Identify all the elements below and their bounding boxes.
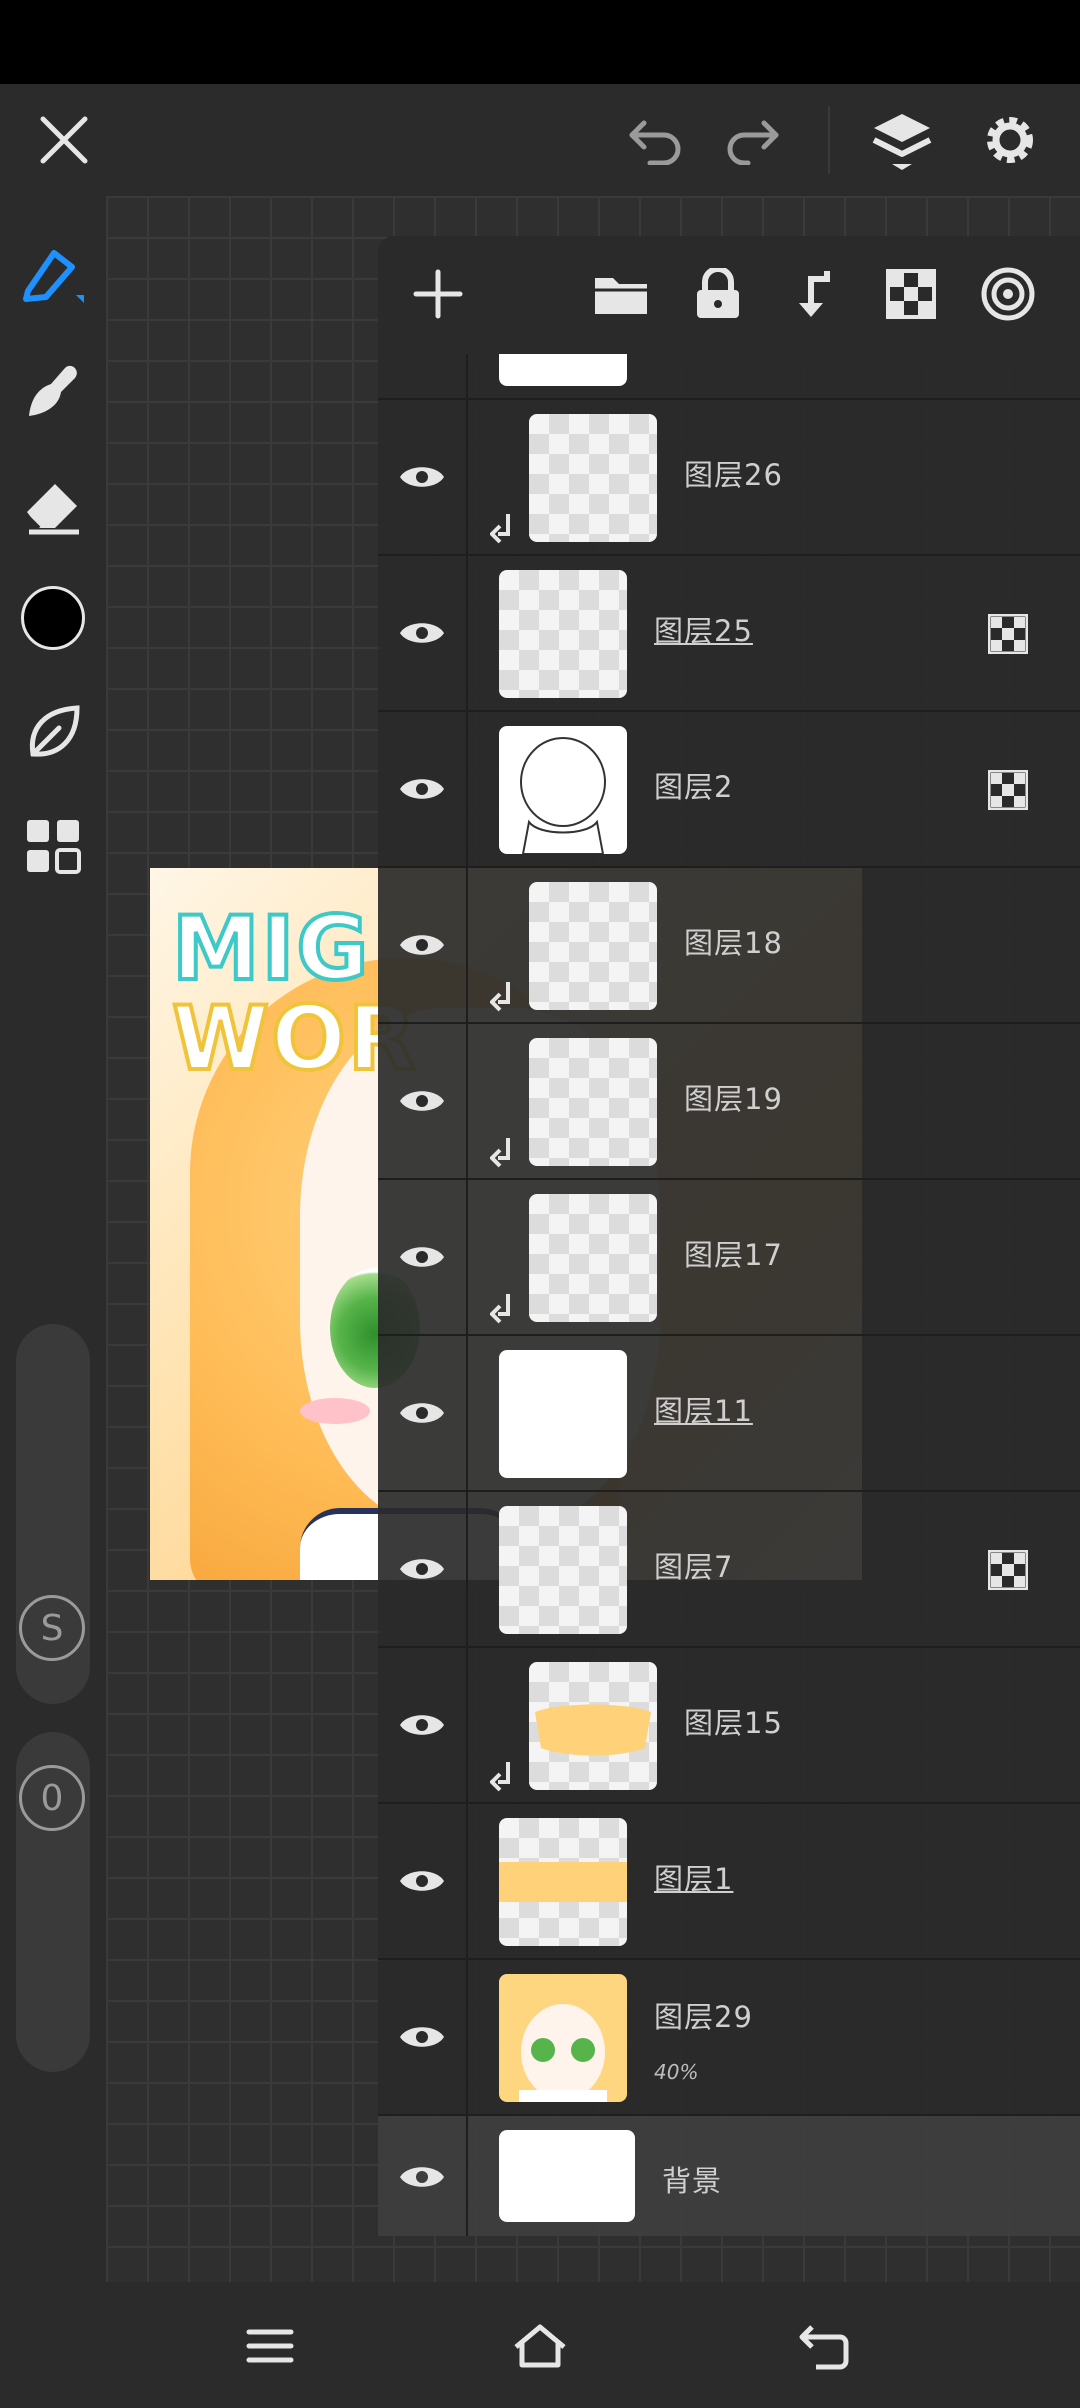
- close-icon[interactable]: [22, 98, 106, 182]
- layer-name: 图层18: [684, 926, 783, 960]
- layer-row[interactable]: 图层26: [378, 400, 1080, 556]
- layer-opacity: 40%: [654, 2060, 699, 2084]
- layer-row[interactable]: 图层2: [378, 712, 1080, 868]
- layer-row[interactable]: 图层17: [378, 1180, 1080, 1336]
- layer-name: 图层26: [684, 458, 783, 492]
- layer-name: 图层17: [684, 1238, 783, 1272]
- layer-list[interactable]: 图层26 图层25 图层2 图层18 图层19 图层17 图层11 图层7 图层…: [378, 354, 1080, 2236]
- folder-icon[interactable]: [581, 254, 661, 334]
- alpha-lock-icon[interactable]: [988, 1550, 1028, 1590]
- eye-icon[interactable]: [378, 1024, 468, 1178]
- pen-icon[interactable]: [11, 234, 95, 318]
- alpha-lock-icon[interactable]: [988, 770, 1028, 810]
- eye-icon[interactable]: [378, 2116, 468, 2236]
- layer-thumbnail: [499, 726, 627, 854]
- clipping-arrow-icon: [490, 1138, 510, 1168]
- layer-name: 图层15: [684, 1706, 783, 1740]
- smudge-icon[interactable]: [11, 348, 95, 432]
- toolbar-divider: [828, 106, 830, 174]
- layer-panel-toolbar: [378, 236, 1080, 354]
- layer-name: 图层29: [654, 2000, 753, 2034]
- layer-thumbnail: [529, 882, 657, 1010]
- layer-thumbnail: [529, 414, 657, 542]
- layer-thumbnail: [499, 2130, 635, 2222]
- leaf-icon[interactable]: [11, 690, 95, 774]
- active-color: [21, 586, 85, 650]
- layer-row-partial[interactable]: [378, 354, 1080, 400]
- alpha-lock-icon[interactable]: [871, 254, 951, 334]
- layer-thumbnail: [499, 1974, 627, 2102]
- layer-name: 图层1: [654, 1862, 734, 1896]
- layer-row[interactable]: 图层7: [378, 1492, 1080, 1648]
- layer-thumbnail: [499, 570, 627, 698]
- eye-icon[interactable]: [378, 1336, 468, 1490]
- layer-thumbnail: [499, 354, 627, 386]
- layer-name: 背景: [662, 2164, 723, 2198]
- alpha-lock-icon[interactable]: [988, 614, 1028, 654]
- home-icon[interactable]: [498, 2304, 582, 2388]
- layer-thumbnail: [499, 1350, 627, 1478]
- left-toolbar: S 0: [0, 196, 106, 2282]
- eye-icon[interactable]: [378, 1180, 468, 1334]
- layer-row[interactable]: 图层19: [378, 1024, 1080, 1180]
- grid-icon[interactable]: [11, 804, 95, 888]
- layer-name: 图层2: [654, 770, 734, 804]
- layer-thumbnail: [499, 1818, 627, 1946]
- back-icon[interactable]: [782, 2304, 866, 2388]
- layer-name: 图层25: [654, 614, 753, 648]
- opacity-badge: 0: [19, 1765, 85, 1831]
- eye-cell: [378, 354, 468, 398]
- layer-name: 图层19: [684, 1082, 783, 1116]
- status-bar: [0, 0, 1080, 84]
- eye-icon[interactable]: [378, 556, 468, 710]
- clipping-arrow-icon: [490, 514, 510, 544]
- layer-row[interactable]: 图层1: [378, 1804, 1080, 1960]
- eye-icon[interactable]: [378, 1804, 468, 1958]
- gear-icon[interactable]: [968, 98, 1052, 182]
- clipping-arrow-icon: [490, 982, 510, 1012]
- system-nav-bar: [0, 2282, 1080, 2408]
- eye-icon[interactable]: [378, 868, 468, 1022]
- layer-name: 图层11: [654, 1394, 753, 1428]
- layers-icon[interactable]: [860, 98, 944, 182]
- eye-icon[interactable]: [378, 1960, 468, 2114]
- layer-row[interactable]: 图层18: [378, 868, 1080, 1024]
- layer-thumbnail: [499, 1506, 627, 1634]
- add-icon[interactable]: [398, 254, 478, 334]
- layer-thumbnail: [529, 1662, 657, 1790]
- eye-icon[interactable]: [378, 1492, 468, 1646]
- layer-row-selected[interactable]: 背景: [378, 2116, 1080, 2236]
- color-swatch[interactable]: [11, 576, 95, 660]
- layer-row[interactable]: 图层29 40%: [378, 1960, 1080, 2116]
- layer-thumbnail: [529, 1194, 657, 1322]
- eye-icon[interactable]: [378, 712, 468, 866]
- layer-row[interactable]: 图层25: [378, 556, 1080, 712]
- eye-icon[interactable]: [378, 1648, 468, 1802]
- target-icon[interactable]: [968, 254, 1048, 334]
- layer-panel: 图层26 图层25 图层2 图层18 图层19 图层17 图层11 图层7 图层…: [378, 236, 1080, 2236]
- undo-icon[interactable]: [614, 98, 698, 182]
- redo-icon[interactable]: [710, 98, 794, 182]
- eye-icon[interactable]: [378, 400, 468, 554]
- clipping-arrow-icon: [490, 1762, 510, 1792]
- size-badge: S: [19, 1595, 85, 1661]
- layer-name: 图层7: [654, 1550, 734, 1584]
- layer-row[interactable]: 图层15: [378, 1648, 1080, 1804]
- layer-row[interactable]: 图层11: [378, 1336, 1080, 1492]
- artwork-blush: [300, 1398, 370, 1424]
- eraser-icon[interactable]: [11, 462, 95, 546]
- menu-icon[interactable]: [228, 2304, 312, 2388]
- merge-down-icon[interactable]: [775, 254, 855, 334]
- lock-icon[interactable]: [678, 254, 758, 334]
- layer-thumbnail: [529, 1038, 657, 1166]
- top-toolbar: [0, 84, 1080, 196]
- clipping-arrow-icon: [490, 1294, 510, 1324]
